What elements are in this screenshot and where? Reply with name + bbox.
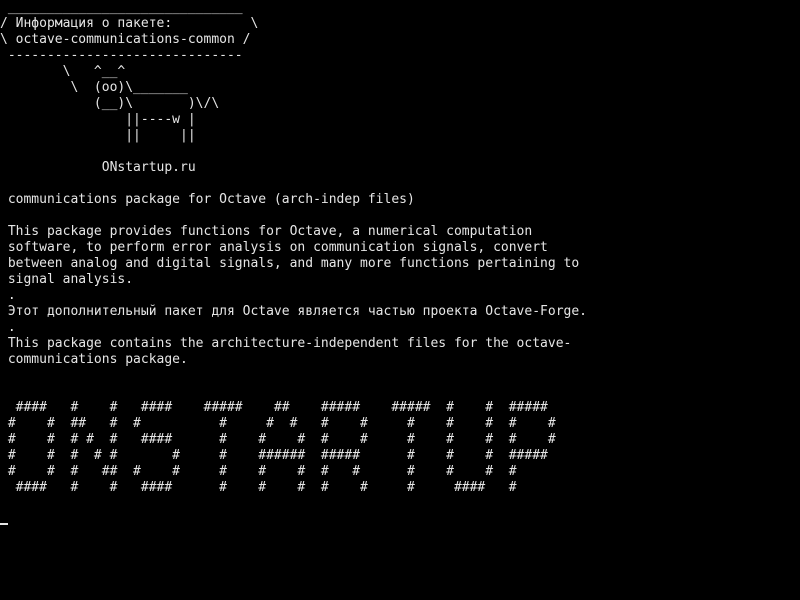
- terminal-line: \ octave-communications-common /: [0, 32, 251, 47]
- terminal-line: / Информация о пакете: \: [0, 16, 259, 31]
- terminal-line: This package provides functions for Octa…: [0, 224, 533, 239]
- terminal-line: || ||: [0, 128, 196, 143]
- terminal-line: ONstartup.ru: [0, 160, 196, 175]
- terminal-line: ______________________________: [0, 0, 243, 15]
- terminal-line: # # ## # # # # # # # # # # # #: [0, 416, 556, 431]
- terminal-line: ||----w |: [0, 112, 196, 127]
- terminal-line: (__)\ )\/\: [0, 96, 220, 111]
- terminal-line: This package contains the architecture-i…: [0, 336, 572, 351]
- terminal-screen[interactable]: ______________________________ / Информац…: [0, 0, 800, 600]
- terminal-line: .: [0, 320, 16, 335]
- terminal-line: \ (oo)\_______: [0, 80, 188, 95]
- terminal-line: Этот дополнительный пакет для Octave явл…: [0, 304, 587, 319]
- terminal-line: .: [0, 288, 16, 303]
- text-cursor: [0, 523, 8, 525]
- terminal-line: communications package.: [0, 352, 188, 367]
- terminal-line: software, to perform error analysis on c…: [0, 240, 548, 255]
- terminal-line: #### # # #### # # # # # # #### #: [0, 480, 517, 495]
- terminal-line: signal analysis.: [0, 272, 134, 287]
- terminal-line: # # # # # #### # # # # # # # # # #: [0, 432, 556, 447]
- terminal-line: # # # # # # # ###### ##### # # # #####: [0, 448, 548, 463]
- terminal-line: between analog and digital signals, and …: [0, 256, 580, 271]
- terminal-line: #### # # #### ##### ## ##### ##### # # #…: [0, 400, 548, 415]
- terminal-line: communications package for Octave (arch-…: [0, 192, 415, 207]
- terminal-line: \ ^__^: [0, 64, 126, 79]
- terminal-line: # # # ## # # # # # # # # # # #: [0, 464, 517, 479]
- terminal-output: ______________________________ / Информац…: [0, 0, 587, 496]
- terminal-line: ------------------------------: [0, 48, 243, 63]
